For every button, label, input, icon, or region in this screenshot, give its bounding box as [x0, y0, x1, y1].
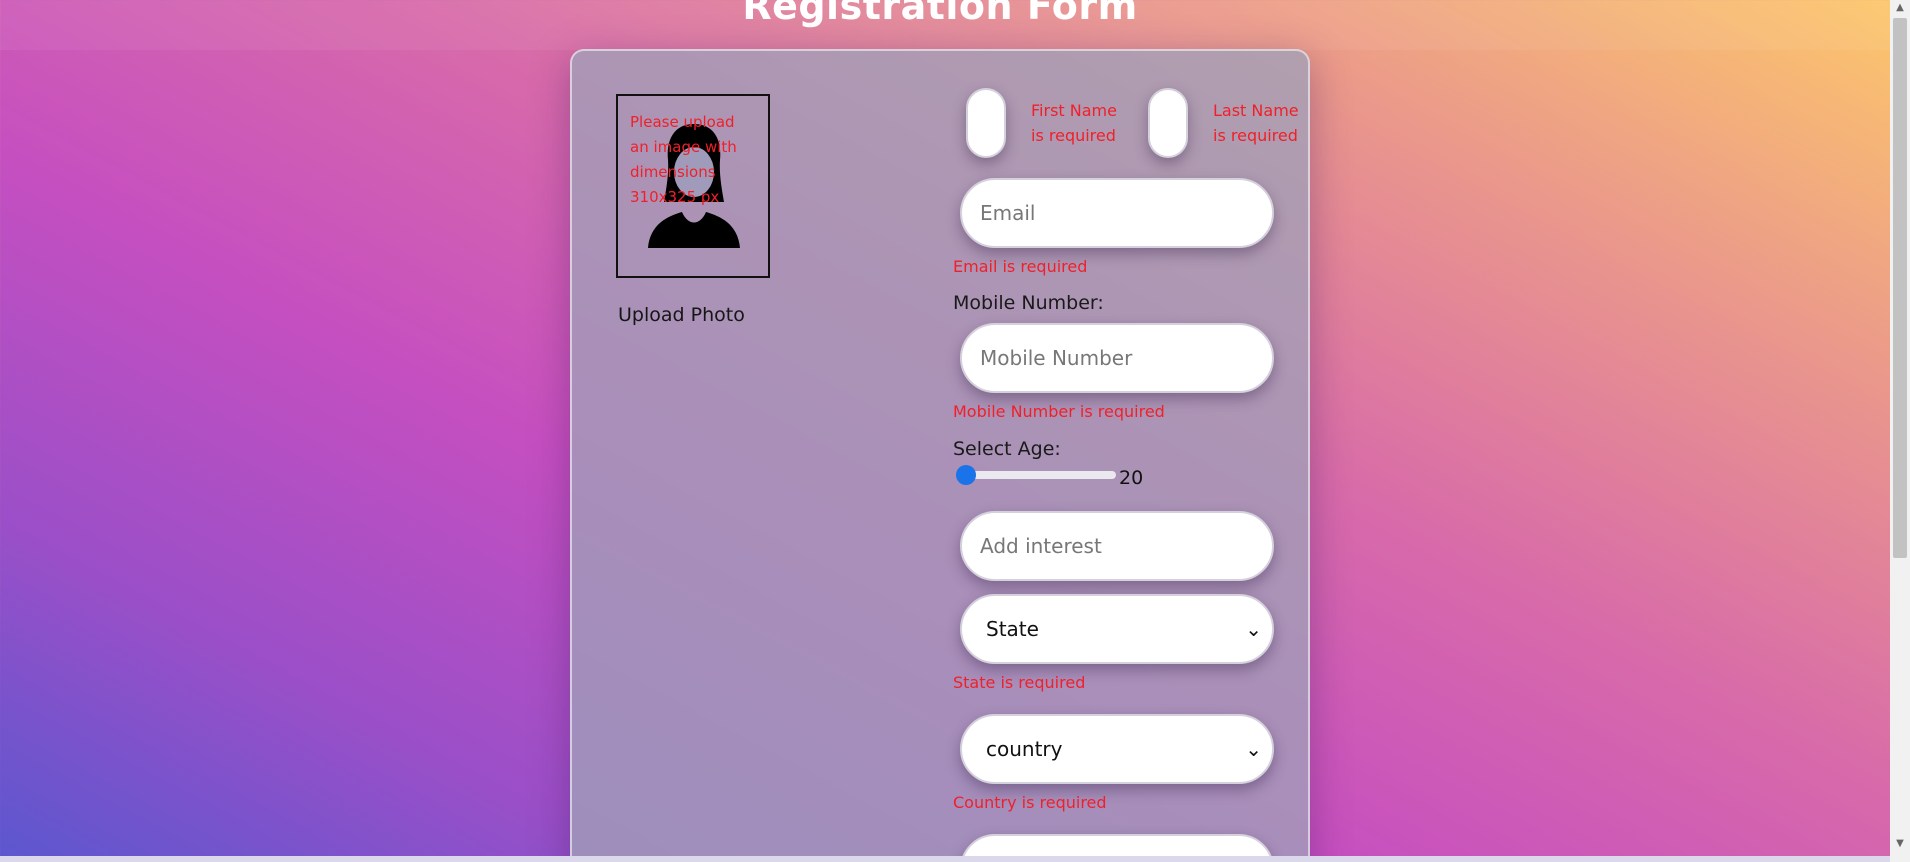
chevron-down-icon: ⌄ [1245, 737, 1262, 761]
page-title: Registration Form [742, 0, 1138, 28]
country-error: Country is required [953, 793, 1107, 812]
bottom-bar [0, 856, 1890, 862]
age-slider-track[interactable] [960, 471, 1116, 479]
state-error: State is required [953, 673, 1086, 692]
first-name-field[interactable] [966, 88, 1006, 158]
photo-upload-box[interactable]: Please upload an image with dimensions 3… [616, 94, 770, 278]
first-name-error: First Name is required [1031, 101, 1117, 145]
chevron-down-icon: ⌄ [1245, 617, 1262, 641]
age-value: 20 [1119, 467, 1144, 489]
mobile-error: Mobile Number is required [953, 402, 1165, 421]
state-select[interactable]: State ⌄ [960, 594, 1274, 664]
scrollbar-thumb[interactable] [1893, 18, 1907, 558]
last-name-field[interactable] [1148, 88, 1188, 158]
photo-error-text: Please upload an image with dimensions 3… [630, 113, 737, 206]
country-selected-value: country [986, 737, 1063, 761]
scroll-up-icon[interactable]: ▲ [1894, 2, 1906, 13]
state-selected-value: State [986, 617, 1039, 641]
email-field[interactable] [960, 178, 1274, 248]
mobile-label: Mobile Number: [953, 292, 1104, 314]
upload-photo-label[interactable]: Upload Photo [618, 304, 745, 326]
email-error: Email is required [953, 257, 1088, 276]
last-name-error: Last Name is required [1213, 101, 1299, 145]
add-interest-field[interactable] [960, 511, 1274, 581]
mobile-number-field[interactable] [960, 323, 1274, 393]
age-label: Select Age: [953, 438, 1061, 460]
scroll-down-icon[interactable]: ▼ [1894, 838, 1906, 849]
country-select[interactable]: country ⌄ [960, 714, 1274, 784]
age-slider-thumb[interactable] [956, 465, 976, 485]
